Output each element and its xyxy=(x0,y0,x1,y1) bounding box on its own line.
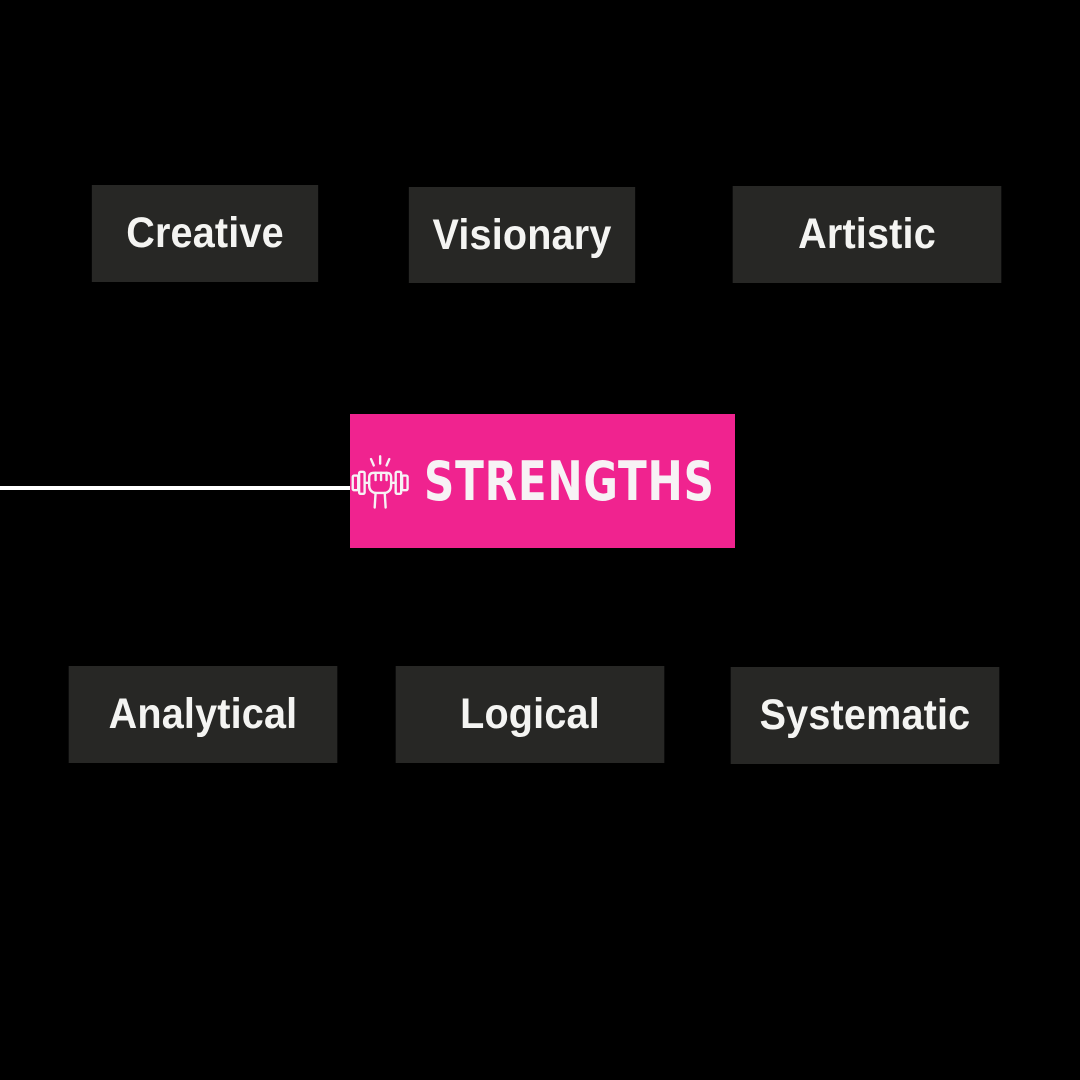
trait-tag-creative: Creative xyxy=(91,185,319,282)
trait-label: Artistic xyxy=(798,210,936,258)
trait-tag-systematic: Systematic xyxy=(730,667,1000,764)
trait-label: Systematic xyxy=(759,691,971,739)
trait-label: Logical xyxy=(460,690,600,738)
strengths-node: STRENGTHS xyxy=(350,414,735,548)
fist-dumbbell-icon xyxy=(351,455,409,509)
trait-label: Visionary xyxy=(432,210,612,259)
connector-line xyxy=(0,486,352,490)
trait-tag-visionary: Visionary xyxy=(408,187,636,283)
trait-label: Analytical xyxy=(108,690,298,738)
trait-label: Creative xyxy=(126,209,284,257)
center-label: STRENGTHS xyxy=(424,449,716,513)
trait-tag-artistic: Artistic xyxy=(732,186,1002,283)
trait-tag-logical: Logical xyxy=(395,666,665,763)
trait-tag-analytical: Analytical xyxy=(68,666,338,763)
